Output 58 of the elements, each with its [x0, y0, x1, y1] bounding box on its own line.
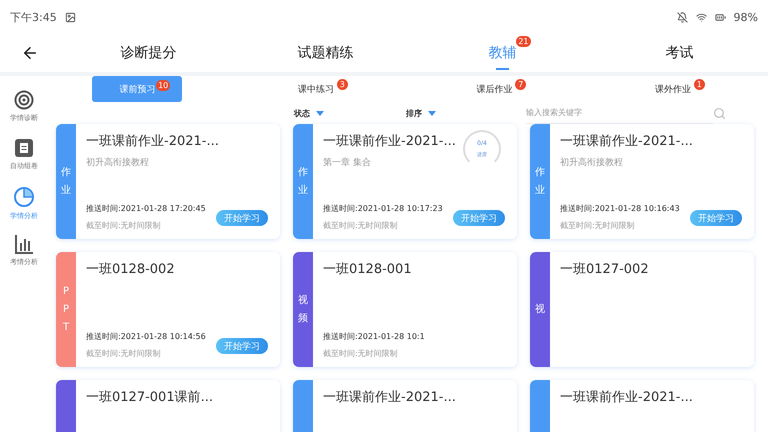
battery-level: 98% [734, 10, 758, 24]
count-badge: 1 [694, 79, 705, 90]
caret-icon [428, 110, 436, 116]
card-title: 一班0127-001课前... [86, 389, 213, 406]
push-time: 推送时间:2021-01-28 10:17:23 [323, 203, 444, 214]
bell-off-icon [676, 12, 688, 22]
card-subtitle: 初升高衔接教程 [86, 156, 150, 169]
search-icon [713, 106, 726, 120]
assignment-card[interactable]: PPT 一班0128-002 推送时间:2021-01-28 10:14:56 截至时间:无时间限制 开始学习 [56, 252, 280, 367]
pie-chart-icon [13, 186, 35, 208]
assignment-card[interactable]: 一班课前作业-2021-... [530, 380, 754, 432]
top-tab[interactable]: 试题精练 [296, 34, 356, 72]
target-icon [14, 90, 34, 110]
top-tab[interactable]: 诊断提分 [118, 34, 178, 72]
filter-dropdown[interactable]: 状态 [288, 106, 330, 120]
card-title: 一班0127-002 [560, 261, 649, 278]
assignment-card[interactable]: 作业 一班课前作业-2021-... 初升高衔接教程 推送时间:2021-01-28 10:16:43 截至时间:无时间限制 开始学习 [530, 124, 754, 239]
deadline: 截至时间:无时间限制 [560, 220, 636, 231]
card-title: 一班0128-002 [86, 261, 175, 278]
count-badge: 21 [516, 36, 530, 47]
caret-icon [316, 110, 324, 116]
card-subtitle: 初升高衔接教程 [560, 156, 624, 169]
card-title: 一班课前作业-2021-... [323, 133, 456, 150]
status-time: 下午3:45 [10, 10, 57, 24]
card-title: 一班课前作业-2021-... [560, 389, 693, 406]
card-title: 一班课前作业-2021-... [86, 133, 219, 150]
type-tag: 作业 [56, 124, 76, 239]
deadline: 截至时间:无时间限制 [86, 220, 162, 231]
push-time: 推送时间:2021-01-28 17:20:45 [86, 203, 207, 214]
battery-icon [714, 12, 726, 22]
type-tag: 作业 [530, 124, 550, 239]
push-time: 推送时间:2021-01-28 10:16:43 [560, 203, 681, 214]
type-tag: PPT [56, 252, 76, 367]
type-tag: 视频 [293, 252, 313, 367]
assignment-card[interactable]: 作业 一班课前作业-2021-... 初升高衔接教程 推送时间:2021-01-28 17:20:45 截至时间:无时间限制 开始学习 [56, 124, 280, 239]
assignment-card[interactable]: 一班0127-001课前... [56, 380, 280, 432]
type-tag: 作业 [293, 124, 313, 239]
push-time: 推送时间:2021-01-28 10:1 [323, 331, 426, 342]
deadline: 截至时间:无时间限制 [86, 348, 162, 359]
card-title: 一班课前作业-2021-... [323, 389, 456, 406]
assignment-card[interactable]: 视 一班0127-002 [530, 252, 754, 367]
document-icon [14, 138, 34, 158]
bar-chart-icon [14, 234, 34, 254]
wifi-icon [696, 12, 707, 22]
image-icon [64, 12, 76, 22]
count-badge: 7 [515, 79, 526, 90]
card-title: 一班课前作业-2021-... [560, 133, 693, 150]
top-tab[interactable]: 考试 [664, 34, 696, 72]
push-time: 推送时间:2021-01-28 10:14:56 [86, 331, 207, 342]
assignment-card[interactable]: 视频 一班0128-001 推送时间:2021-01-28 10:1 截至时间:无时间限制 [293, 252, 517, 367]
count-badge: 3 [336, 79, 348, 90]
assignment-card[interactable]: 一班课前作业-2021-... [293, 380, 517, 432]
filter-dropdown[interactable]: 排序 [400, 106, 442, 120]
type-tag: 视 [530, 252, 550, 367]
deadline: 截至时间:无时间限制 [323, 348, 399, 359]
card-title: 一班0128-001 [323, 261, 412, 278]
deadline: 截至时间:无时间限制 [323, 220, 399, 231]
card-subtitle: 第一章 集合 [323, 156, 372, 169]
